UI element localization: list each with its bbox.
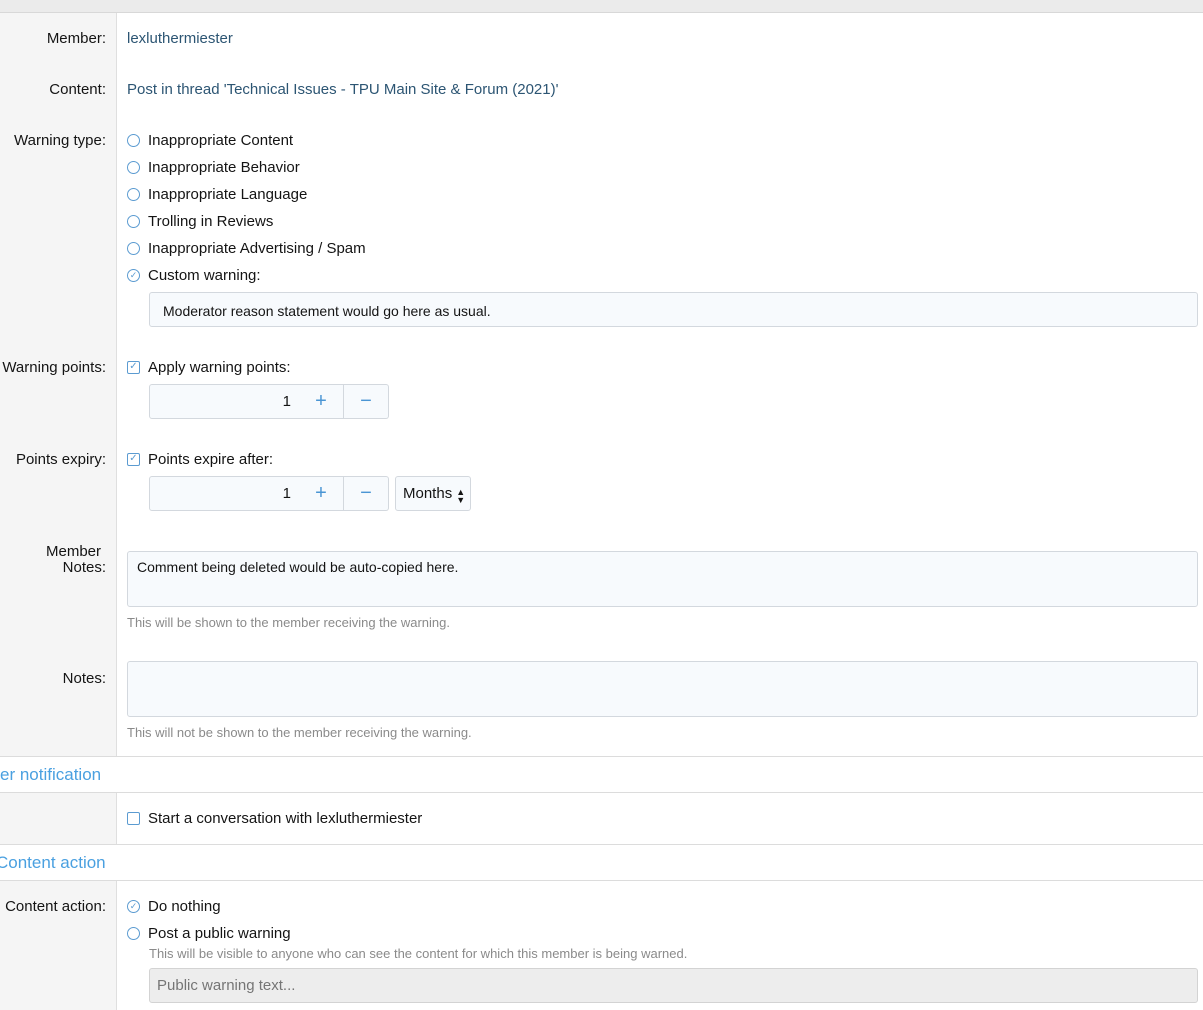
- public-warning-hint: This will be visible to anyone who can s…: [149, 946, 688, 961]
- warning-type-option-custom[interactable]: ✓ Custom warning:: [127, 265, 261, 285]
- radio-icon[interactable]: [127, 187, 140, 201]
- warning-points-label: Warning points:: [2, 359, 106, 376]
- checkbox-icon[interactable]: [127, 811, 140, 825]
- warning-type-option[interactable]: Inappropriate Language: [127, 184, 307, 204]
- content-label: Content:: [49, 81, 106, 98]
- custom-warning-input[interactable]: Moderator reason statement would go here…: [149, 292, 1198, 327]
- increment-button[interactable]: +: [299, 384, 344, 419]
- radio-checked-icon[interactable]: ✓: [127, 268, 140, 282]
- content-action-label: Content action:: [5, 898, 106, 915]
- decrement-button[interactable]: −: [344, 384, 389, 419]
- member-notes-hint: This will be shown to the member receivi…: [127, 615, 450, 630]
- content-action-header: Content action: [0, 853, 106, 872]
- divider: [0, 844, 1203, 845]
- radio-checked-icon[interactable]: ✓: [127, 899, 140, 913]
- member-notes-label: Member Notes:: [46, 544, 106, 576]
- option-label: Trolling in Reviews: [148, 212, 274, 230]
- increment-button[interactable]: +: [299, 476, 344, 511]
- radio-icon[interactable]: [127, 241, 140, 255]
- public-warning-input[interactable]: [149, 968, 1198, 1003]
- option-label: Inappropriate Content: [148, 131, 294, 149]
- label-column: [0, 13, 117, 756]
- radio-icon[interactable]: [127, 214, 140, 228]
- checkbox-label: Start a conversation with lexluthermiest…: [148, 809, 423, 827]
- option-label: Inappropriate Behavior: [148, 158, 300, 176]
- content-action-public-warning[interactable]: Post a public warning: [127, 923, 291, 943]
- option-label: Post a public warning: [148, 924, 291, 942]
- notes-label: Notes:: [62, 670, 106, 687]
- decrement-button[interactable]: −: [344, 476, 389, 511]
- notes-textarea[interactable]: [127, 661, 1198, 717]
- warning-type-option[interactable]: Inappropriate Behavior: [127, 157, 300, 177]
- label-column: [0, 793, 117, 844]
- radio-icon[interactable]: [127, 160, 140, 174]
- checkbox-checked-icon[interactable]: ✓: [127, 360, 140, 374]
- apply-warning-points-checkbox[interactable]: ✓ Apply warning points:: [127, 357, 291, 377]
- top-bar: [0, 0, 1203, 13]
- divider: [0, 880, 1203, 881]
- checkbox-label: Points expire after:: [148, 450, 274, 468]
- option-label: Do nothing: [148, 897, 221, 915]
- points-expiry-label: Points expiry:: [15, 451, 106, 468]
- option-label: Inappropriate Advertising / Spam: [148, 239, 366, 257]
- divider: [0, 756, 1203, 757]
- checkbox-checked-icon[interactable]: ✓: [127, 452, 140, 466]
- option-label: Inappropriate Language: [148, 185, 308, 203]
- warning-type-label: Warning type:: [14, 132, 106, 149]
- member-label: Member:: [46, 30, 106, 47]
- points-expiry-input[interactable]: 1: [149, 476, 300, 511]
- warning-type-option[interactable]: Inappropriate Content: [127, 130, 293, 150]
- select-value: Months: [403, 485, 453, 502]
- member-link[interactable]: lexluthermiester: [127, 30, 233, 47]
- notes-hint: This will not be shown to the member rec…: [127, 725, 472, 740]
- divider: [0, 792, 1203, 793]
- select-arrows-icon: ▲ ▼: [456, 487, 466, 505]
- content-link[interactable]: Post in thread 'Technical Issues - TPU M…: [127, 81, 558, 98]
- warning-type-option[interactable]: Trolling in Reviews: [127, 211, 273, 231]
- expiry-unit-select[interactable]: Months ▲ ▼: [395, 476, 471, 511]
- content-action-do-nothing[interactable]: ✓ Do nothing: [127, 896, 221, 916]
- radio-icon[interactable]: [127, 133, 140, 147]
- member-notification-header: er notification: [0, 765, 102, 784]
- label-line: Member: [45, 543, 101, 560]
- option-label: Custom warning:: [148, 266, 261, 284]
- warning-type-option[interactable]: Inappropriate Advertising / Spam: [127, 238, 366, 258]
- start-conversation-checkbox[interactable]: Start a conversation with lexluthermiest…: [127, 808, 422, 828]
- member-notes-textarea[interactable]: Comment being deleted would be auto-copi…: [127, 551, 1198, 607]
- points-expire-checkbox[interactable]: ✓ Points expire after:: [127, 449, 273, 469]
- checkbox-label: Apply warning points:: [148, 358, 291, 376]
- radio-icon[interactable]: [127, 926, 140, 940]
- label-line: Notes:: [62, 559, 106, 576]
- warning-points-input[interactable]: 1: [149, 384, 300, 419]
